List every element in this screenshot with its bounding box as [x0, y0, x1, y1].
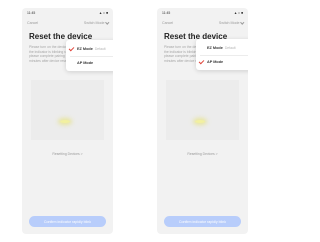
chevron-down-icon [104, 20, 109, 25]
confirm-button[interactable]: Confirm indicator rapidly blink [164, 216, 241, 227]
check-icon [198, 58, 205, 65]
resetting-link[interactable]: Resetting Devices > [157, 152, 248, 156]
dropdown-item-label: AP Mode [77, 61, 94, 65]
check-icon [68, 45, 75, 52]
dropdown-item-ap-mode[interactable]: AP Mode [66, 56, 113, 70]
nav-bar: Cancel Switch Mode [157, 18, 248, 28]
indicator-light-icon [195, 120, 205, 123]
confirm-button[interactable]: Confirm indicator rapidly blink [29, 216, 106, 227]
default-badge: Default [94, 47, 106, 51]
status-time: 11:45 [27, 11, 36, 15]
default-badge: Default [224, 46, 236, 50]
mode-dropdown: EZ Mode Default AP Mode [196, 39, 248, 70]
switch-mode-button[interactable]: Switch Mode [218, 20, 244, 25]
chevron-down-icon [239, 20, 244, 25]
phone-screen-left: 11:45 ▲ ≈ ■ Cancel Switch Mode Reset the… [22, 8, 113, 234]
indicator-light-icon [60, 120, 70, 123]
status-time: 11:45 [162, 11, 171, 15]
mode-dropdown: EZ Mode Default AP Mode [66, 40, 113, 71]
dropdown-item-label: AP Mode [207, 60, 224, 64]
dropdown-item-ap-mode[interactable]: AP Mode [196, 55, 248, 69]
phone-screen-right: 11:45 ▲ ≈ ■ Cancel Switch Mode Reset the… [157, 8, 248, 234]
dropdown-item-label: EZ Mode [207, 46, 223, 50]
status-bar: 11:45 ▲ ≈ ■ [157, 8, 248, 18]
screenshot-canvas: 11:45 ▲ ≈ ■ Cancel Switch Mode Reset the… [0, 0, 262, 242]
resetting-link[interactable]: Resetting Devices > [22, 152, 113, 156]
cancel-button[interactable]: Cancel [27, 21, 38, 25]
switch-mode-button[interactable]: Switch Mode [83, 20, 109, 25]
dropdown-item-ez-mode[interactable]: EZ Mode Default [196, 41, 248, 55]
cancel-button[interactable]: Cancel [162, 21, 173, 25]
status-icons: ▲ ≈ ■ [98, 11, 108, 15]
switch-mode-label: Switch Mode [83, 21, 105, 25]
switch-mode-label: Switch Mode [218, 21, 240, 25]
status-icons: ▲ ≈ ■ [233, 11, 243, 15]
device-illustration [166, 80, 239, 140]
status-bar: 11:45 ▲ ≈ ■ [22, 8, 113, 18]
device-illustration [31, 80, 104, 140]
dropdown-item-ez-mode[interactable]: EZ Mode Default [66, 42, 113, 56]
dropdown-item-label: EZ Mode [77, 47, 93, 51]
nav-bar: Cancel Switch Mode [22, 18, 113, 28]
